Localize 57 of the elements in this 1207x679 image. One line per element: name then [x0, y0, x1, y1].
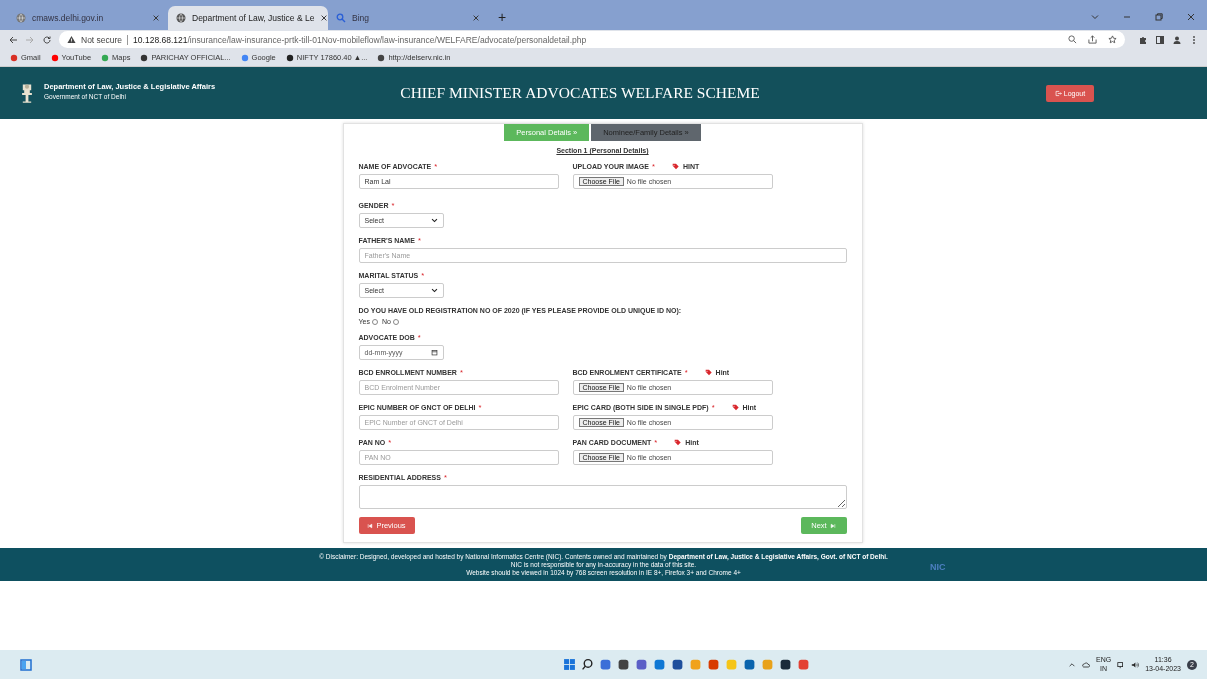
security-label: Not secure: [81, 34, 123, 45]
start-icon[interactable]: [563, 658, 576, 671]
tag-icon: [674, 439, 683, 446]
nic-logo: NIC: [930, 562, 946, 572]
zoom-icon[interactable]: [1068, 35, 1077, 44]
reload-icon[interactable]: [42, 34, 52, 45]
address-field[interactable]: [358, 485, 847, 509]
tag-icon: [704, 369, 713, 376]
chevron-up-icon[interactable]: [1068, 660, 1076, 669]
share-icon[interactable]: [1088, 35, 1097, 44]
globe-icon: [16, 13, 26, 23]
bookmark-icon: [140, 53, 149, 62]
bookmark-icon: [240, 53, 249, 62]
skip-back-icon: [367, 522, 374, 529]
close-icon[interactable]: [320, 14, 329, 22]
browser-tab[interactable]: Department of Law, Justice & Le: [168, 6, 328, 30]
puzzle-icon[interactable]: [1138, 34, 1148, 45]
app-icon[interactable]: [671, 658, 684, 671]
close-icon[interactable]: [472, 14, 480, 22]
globe-icon: [176, 13, 186, 23]
side-panel-icon[interactable]: [1155, 34, 1165, 45]
profile-icon[interactable]: [1172, 34, 1182, 45]
tab-title: Bing: [352, 13, 370, 23]
page-title: CHIEF MINISTER ADVOCATES WELFARE SCHEME: [399, 84, 761, 102]
bookmark-icon: [377, 53, 386, 62]
network-icon[interactable]: [1117, 660, 1126, 669]
bookmark-icon: [101, 53, 110, 62]
url-text: 10.128.68.121/insurance/law-insurance-prtk-till-01Nov-mobileflow/law-insurance/WELFARE/advocate/personaldetail.php: [133, 34, 587, 45]
skip-forward-icon: [829, 522, 836, 529]
calendar-icon: [430, 349, 438, 356]
warning-icon: [67, 35, 76, 44]
tab-title: Department of Law, Justice & Le: [192, 13, 315, 23]
bookmark-icon: [50, 53, 59, 62]
tag-icon: [671, 163, 680, 170]
app-icon[interactable]: [779, 658, 792, 671]
back-icon[interactable]: [8, 34, 18, 45]
logout-icon: [1054, 89, 1062, 97]
search-icon[interactable]: [581, 658, 594, 671]
search-icon: [336, 13, 346, 23]
new-tab-button[interactable]: +: [488, 6, 517, 30]
widgets-icon[interactable]: [20, 658, 32, 671]
browser-tab[interactable]: cmaws.delhi.gov.in: [8, 6, 168, 30]
chevron-down-icon: [430, 287, 438, 294]
address-bar[interactable]: Not secure 10.128.68.121/insurance/law-insurance-prtk-till-01Nov-mobileflow/law-insurance/WELFARE/advocate/personaldetail.php: [59, 31, 1125, 48]
close-icon[interactable]: [1186, 12, 1196, 22]
tab-title: cmaws.delhi.gov.in: [32, 13, 105, 23]
speaker-icon[interactable]: [1131, 660, 1140, 669]
restore-icon[interactable]: [1154, 12, 1164, 22]
close-icon[interactable]: [152, 14, 160, 22]
cloud-icon[interactable]: [1082, 660, 1090, 669]
bookmark-icon: [285, 53, 294, 62]
chevron-down-icon: [430, 217, 438, 224]
bookmark-icon: [10, 53, 18, 62]
tag-icon: [731, 404, 740, 411]
browser-tab[interactable]: Bing: [328, 6, 488, 30]
star-icon[interactable]: [1108, 35, 1117, 44]
app-icon[interactable]: [617, 658, 630, 671]
